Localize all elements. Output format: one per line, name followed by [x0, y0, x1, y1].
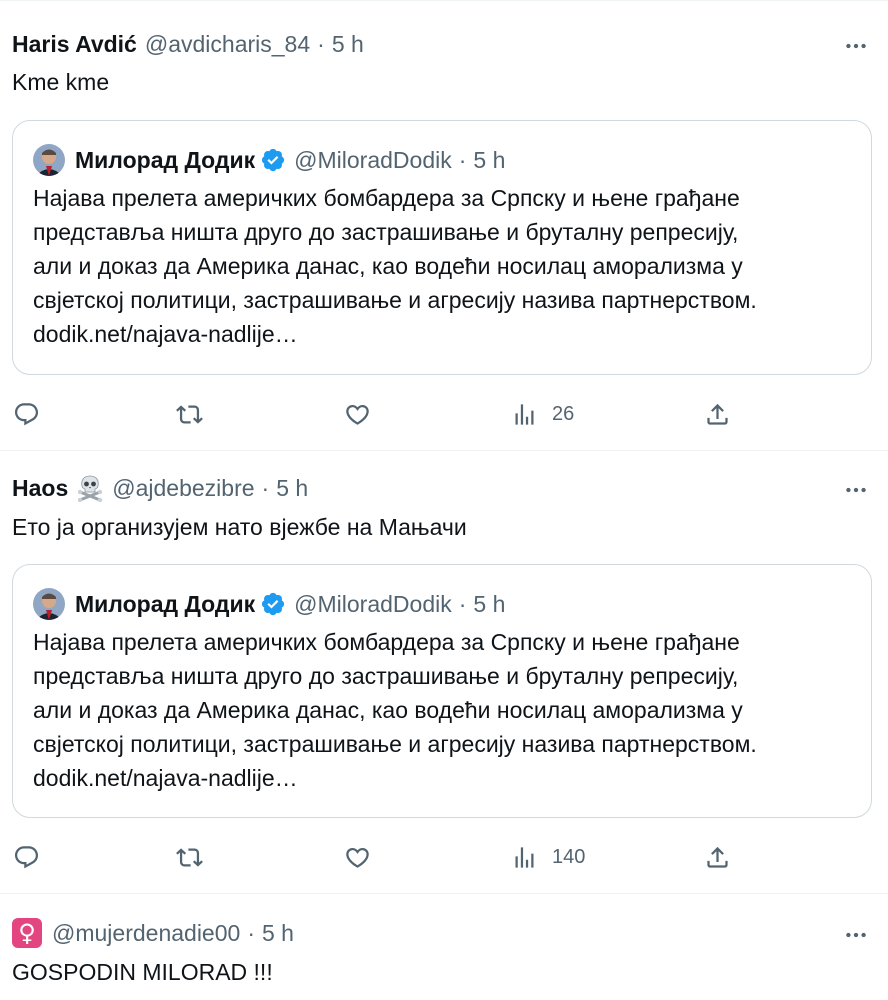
timestamp[interactable]: 5 h: [332, 31, 364, 58]
quoted-display-name[interactable]: Милорад Додик: [75, 591, 255, 618]
separator: ·: [317, 30, 325, 57]
timestamp[interactable]: 5 h: [276, 475, 308, 502]
female-sign-icon: ♀: [12, 918, 42, 948]
skull-and-crossbones-icon: [76, 474, 104, 502]
share-button[interactable]: [704, 394, 731, 434]
avatar[interactable]: [33, 144, 65, 176]
more-options-icon[interactable]: [842, 32, 870, 60]
quoted-text-line: Најава прелета америчких бомбардера за С…: [33, 185, 740, 211]
quoted-tweet-text: Најава прелета америчких бомбардера за С…: [33, 181, 757, 351]
separator: ·: [458, 590, 467, 617]
tweet-text: GOSPODIN MILORAD !!!: [12, 959, 273, 985]
timestamp[interactable]: 5 h: [262, 920, 294, 947]
verified-badge-icon: [260, 147, 286, 173]
quoted-timestamp[interactable]: 5 h: [473, 591, 505, 618]
quoted-tweet-header: Милорад Додик @MiloradDodik · 5 h: [33, 587, 505, 621]
separator: ·: [261, 474, 270, 501]
quoted-timestamp[interactable]: 5 h: [473, 147, 505, 174]
share-icon: [707, 403, 728, 425]
quoted-tweet-text: Најава прелета америчких бомбардера за С…: [33, 625, 757, 795]
verified-badge-icon: [260, 591, 286, 617]
tweet-actions: 140: [0, 837, 888, 877]
views-count: 26: [552, 402, 575, 425]
display-name[interactable]: Haris Avdić: [12, 31, 137, 58]
more-options-icon[interactable]: [842, 476, 870, 504]
quoted-text-line: свјетској политици, застрашивање и агрес…: [33, 287, 757, 313]
tweet[interactable]: Haris Avdić @avdicharis_84 · 5 h Kme kme…: [0, 0, 888, 451]
reply-button[interactable]: [13, 394, 40, 434]
heart-icon: [346, 404, 369, 425]
share-button[interactable]: [704, 837, 731, 877]
quoted-text-line: Најава прелета америчких бомбардера за С…: [33, 629, 740, 655]
quoted-link[interactable]: dodik.net/najava-nadlije…: [33, 761, 757, 795]
reply-icon: [14, 845, 39, 868]
views-count: 140: [552, 845, 586, 868]
tweet-header: Haos @ajdebezibre · 5 h: [12, 473, 308, 503]
quoted-text-line: представља ништа друго до застрашивање и…: [33, 219, 739, 245]
retweet-button[interactable]: [176, 837, 203, 877]
views-button[interactable]: 140: [511, 837, 585, 877]
quoted-text-line: али и доказ да Америка данас, као водећи…: [33, 697, 743, 723]
quoted-tweet-header: Милорад Додик @MiloradDodik · 5 h: [33, 143, 505, 177]
tweet-header: ♀ @mujerdenadie00 · 5 h: [12, 918, 294, 948]
reply-icon: [14, 402, 39, 425]
quoted-text-line: представља ништа друго до застрашивање и…: [33, 663, 739, 689]
like-button[interactable]: [344, 837, 371, 877]
quoted-display-name[interactable]: Милорад Додик: [75, 147, 255, 174]
tweet[interactable]: ♀ @mujerdenadie00 · 5 h GOSPODIN MILORAD…: [0, 894, 888, 1000]
reply-button[interactable]: [13, 837, 40, 877]
tweet-actions: 26: [0, 394, 888, 434]
tweet[interactable]: Haos @ajdebezibre · 5 h Ето ја организуј…: [0, 451, 888, 894]
handle[interactable]: @avdicharis_84: [145, 31, 310, 58]
quoted-tweet[interactable]: Милорад Додик @MiloradDodik · 5 h Најава…: [12, 564, 872, 818]
display-name[interactable]: Haos: [12, 475, 68, 502]
retweet-button[interactable]: [176, 394, 203, 434]
avatar[interactable]: [33, 588, 65, 620]
heart-icon: [346, 847, 369, 868]
tweet-text: Kme kme: [12, 69, 110, 95]
female-sign-glyph: ♀: [18, 919, 36, 947]
views-button[interactable]: 26: [511, 394, 574, 434]
handle[interactable]: @mujerdenadie00: [52, 920, 240, 947]
quoted-link[interactable]: dodik.net/najava-nadlije…: [33, 317, 757, 351]
quoted-text-line: свјетској политици, застрашивање и агрес…: [33, 731, 757, 757]
quoted-text-line: али и доказ да Америка данас, као водећи…: [33, 253, 743, 279]
quoted-tweet[interactable]: Милорад Додик @MiloradDodik · 5 h Најава…: [12, 120, 872, 375]
quoted-handle[interactable]: @MiloradDodik: [294, 147, 452, 174]
retweet-icon: [176, 847, 203, 867]
views-icon: [515, 846, 534, 868]
more-options-icon[interactable]: [842, 921, 870, 949]
separator: ·: [458, 146, 467, 173]
handle[interactable]: @ajdebezibre: [112, 475, 254, 502]
views-icon: [515, 403, 534, 425]
like-button[interactable]: [344, 394, 371, 434]
tweet-text: Ето ја организујем нато вјежбе на Мањачи: [12, 514, 467, 540]
tweet-header: Haris Avdić @avdicharis_84 · 5 h: [12, 29, 364, 59]
share-icon: [707, 846, 728, 868]
quoted-handle[interactable]: @MiloradDodik: [294, 591, 452, 618]
separator: ·: [247, 919, 255, 946]
retweet-icon: [176, 404, 203, 424]
